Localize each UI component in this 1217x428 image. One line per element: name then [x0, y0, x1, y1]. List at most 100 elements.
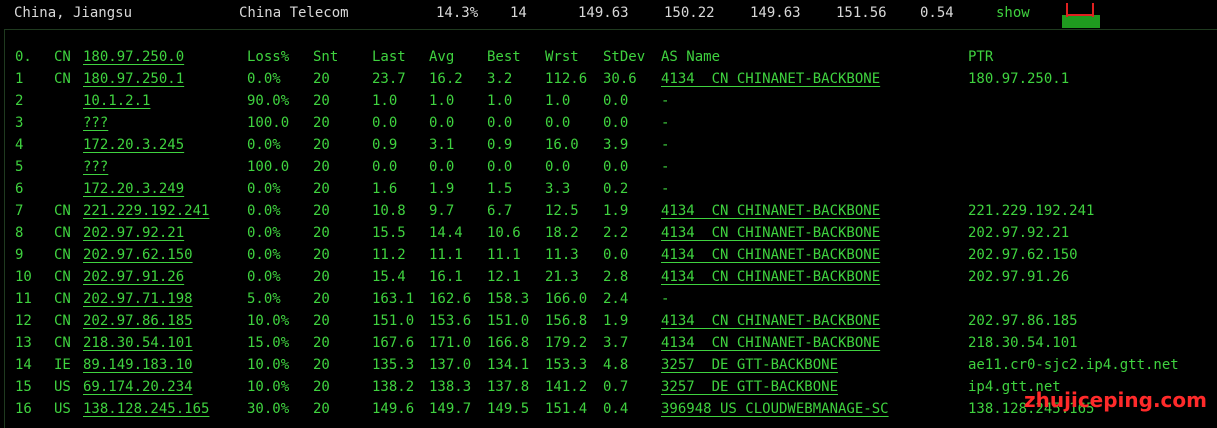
- last-latency: 0.0: [372, 115, 398, 131]
- latency-sparkline-icon: [1062, 3, 1100, 28]
- host-address[interactable]: 138.128.245.165: [83, 398, 209, 420]
- show-link[interactable]: show: [996, 5, 1030, 21]
- worst-latency: 0.0: [545, 115, 571, 131]
- loss-percent: 0.0%: [247, 269, 281, 285]
- country-code: CN: [54, 313, 71, 329]
- table-row: 4 172.20.3.245 0.0% 20 0.9 3.1 0.9 16.0 3.9 -: [5, 134, 1217, 156]
- host-address[interactable]: 202.97.91.26: [83, 266, 184, 288]
- worst-latency: 1.0: [545, 93, 571, 109]
- avg-latency: 149.7: [429, 401, 472, 417]
- loss-percent: 0.0%: [247, 71, 281, 87]
- summary-value-4: 151.56: [836, 5, 887, 21]
- last-latency: 10.8: [372, 203, 406, 219]
- summary-isp: China Telecom: [239, 5, 349, 21]
- best-latency: 151.0: [487, 313, 530, 329]
- header-worst-latency: Wrst: [545, 49, 579, 65]
- host-address[interactable]: 69.174.20.234: [83, 376, 193, 398]
- loss-percent: 100.0: [247, 115, 290, 131]
- header-stdev-latency: StDev: [603, 49, 646, 65]
- worst-latency: 21.3: [545, 269, 579, 285]
- ptr-name: 202.97.92.21: [968, 225, 1070, 241]
- host-address[interactable]: 218.30.54.101: [83, 332, 193, 354]
- watermark: zhujiceping.com: [1023, 388, 1207, 412]
- as-name: -: [661, 291, 670, 307]
- best-latency: 134.1: [487, 357, 530, 373]
- as-name[interactable]: 3257 DE GTT-BACKBONE: [661, 354, 838, 376]
- best-latency: 0.9: [487, 137, 513, 153]
- stdev-latency: 0.0: [603, 115, 629, 131]
- summary-value-2: 150.22: [664, 5, 715, 21]
- host-address[interactable]: 172.20.3.245: [83, 134, 184, 156]
- avg-latency: 171.0: [429, 335, 472, 351]
- last-latency: 15.4: [372, 269, 406, 285]
- loss-percent: 0.0%: [247, 203, 281, 219]
- last-latency: 163.1: [372, 291, 415, 307]
- loss-percent: 0.0%: [247, 225, 281, 241]
- loss-percent: 90.0%: [247, 93, 290, 109]
- hop-number: 15: [15, 379, 32, 395]
- country-code: CN: [54, 203, 71, 219]
- stdev-latency: 3.9: [603, 137, 629, 153]
- avg-latency: 9.7: [429, 203, 455, 219]
- as-name[interactable]: 4134 CN CHINANET-BACKBONE: [661, 310, 880, 332]
- table-row: 10 CN 202.97.91.26 0.0% 20 15.4 16.1 12.1 21.3 2.…: [5, 266, 1217, 288]
- country-code: US: [54, 379, 71, 395]
- hop-number: 8: [15, 225, 24, 241]
- host-address[interactable]: 202.97.62.150: [83, 244, 193, 266]
- header-loss-percent: Loss%: [247, 49, 290, 65]
- stdev-latency: 0.0: [603, 159, 629, 175]
- worst-latency: 156.8: [545, 313, 588, 329]
- hop-number: 3: [15, 115, 24, 131]
- host-address[interactable]: 172.20.3.249: [83, 178, 184, 200]
- host-address[interactable]: 89.149.183.10: [83, 354, 193, 376]
- table-row: 11 CN 202.97.71.198 5.0% 20 163.1 162.6 158.3 16…: [5, 288, 1217, 310]
- last-latency: 167.6: [372, 335, 415, 351]
- loss-percent: 0.0%: [247, 247, 281, 263]
- header-avg-latency: Avg: [429, 49, 455, 65]
- best-latency: 1.0: [487, 93, 513, 109]
- hop-number: 1: [15, 71, 24, 87]
- header-host-address[interactable]: 180.97.250.0: [83, 46, 184, 68]
- as-name[interactable]: 3257 DE GTT-BACKBONE: [661, 376, 838, 398]
- as-name[interactable]: 4134 CN CHINANET-BACKBONE: [661, 332, 880, 354]
- table-row: 2 10.1.2.1 90.0% 20 1.0 1.0 1.0 1.0 0.0 -: [5, 90, 1217, 112]
- stdev-latency: 0.7: [603, 379, 629, 395]
- host-address[interactable]: 202.97.71.198: [83, 288, 193, 310]
- worst-latency: 11.3: [545, 247, 579, 263]
- ptr-name: 202.97.91.26: [968, 269, 1070, 285]
- table-header-row: 0. CN 180.97.250.0 Loss% Snt Last Avg Best Wrst S…: [5, 46, 1217, 68]
- best-latency: 137.8: [487, 379, 530, 395]
- worst-latency: 0.0: [545, 159, 571, 175]
- avg-latency: 16.1: [429, 269, 463, 285]
- host-address[interactable]: 202.97.92.21: [83, 222, 184, 244]
- best-latency: 3.2: [487, 71, 513, 87]
- header-best-latency: Best: [487, 49, 521, 65]
- best-latency: 1.5: [487, 181, 513, 197]
- loss-percent: 15.0%: [247, 335, 290, 351]
- ptr-name: 218.30.54.101: [968, 335, 1078, 351]
- host-address[interactable]: ???: [83, 156, 108, 178]
- ptr-name: 221.229.192.241: [968, 203, 1095, 219]
- stdev-latency: 0.0: [603, 93, 629, 109]
- host-address[interactable]: 10.1.2.1: [83, 90, 150, 112]
- stdev-latency: 2.4: [603, 291, 629, 307]
- host-address[interactable]: ???: [83, 112, 108, 134]
- last-latency: 151.0: [372, 313, 415, 329]
- country-code: CN: [54, 291, 71, 307]
- as-name[interactable]: 4134 CN CHINANET-BACKBONE: [661, 244, 880, 266]
- loss-percent: 0.0%: [247, 181, 281, 197]
- host-address[interactable]: 202.97.86.185: [83, 310, 193, 332]
- country-code: CN: [54, 247, 71, 263]
- host-address[interactable]: 180.97.250.1: [83, 68, 184, 90]
- best-latency: 6.7: [487, 203, 513, 219]
- as-name[interactable]: 4134 CN CHINANET-BACKBONE: [661, 222, 880, 244]
- as-name[interactable]: 4134 CN CHINANET-BACKBONE: [661, 68, 880, 90]
- sent-count: 20: [313, 93, 330, 109]
- best-latency: 11.1: [487, 247, 521, 263]
- as-name[interactable]: 4134 CN CHINANET-BACKBONE: [661, 266, 880, 288]
- host-address[interactable]: 221.229.192.241: [83, 200, 209, 222]
- as-name[interactable]: 396948 US CLOUDWEBMANAGE-SC: [661, 398, 889, 420]
- table-row: 14 IE 89.149.183.10 10.0% 20 135.3 137.0 134.1 1…: [5, 354, 1217, 376]
- worst-latency: 18.2: [545, 225, 579, 241]
- as-name[interactable]: 4134 CN CHINANET-BACKBONE: [661, 200, 880, 222]
